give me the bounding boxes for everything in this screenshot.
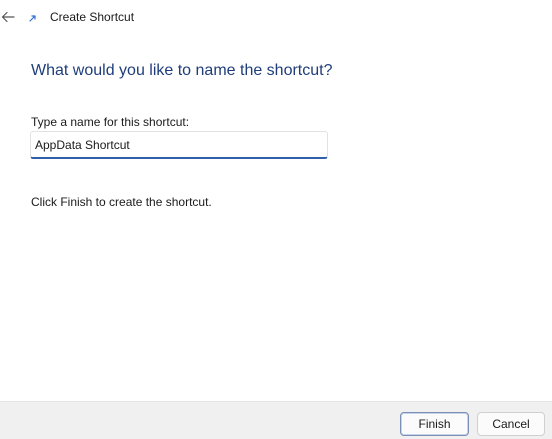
instruction-text: Click Finish to create the shortcut.: [31, 195, 212, 209]
button-bar: Finish Cancel: [0, 401, 552, 439]
name-field-label: Type a name for this shortcut:: [31, 115, 190, 129]
create-shortcut-window: Create Shortcut What would you like to n…: [0, 0, 552, 439]
window-title: Create Shortcut: [50, 10, 135, 24]
back-button[interactable]: [0, 7, 16, 27]
title-bar: Create Shortcut: [0, 0, 552, 36]
cancel-button[interactable]: Cancel: [477, 412, 545, 436]
finish-button[interactable]: Finish: [400, 412, 469, 436]
page-heading: What would you like to name the shortcut…: [31, 62, 333, 79]
shortcut-icon: [28, 13, 38, 23]
shortcut-name-input[interactable]: [30, 131, 328, 159]
back-arrow-icon: [1, 11, 15, 23]
